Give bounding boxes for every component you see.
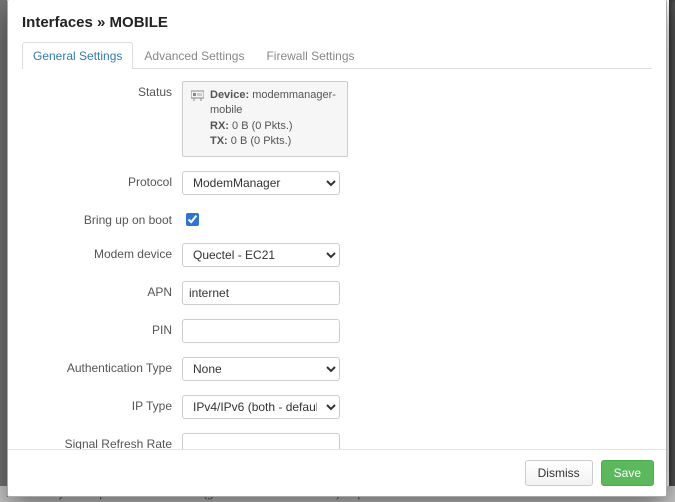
row-status: Status Device: modemmanager-mobile RX: 0… xyxy=(22,81,652,157)
select-auth[interactable]: None xyxy=(182,357,340,381)
network-icon xyxy=(191,90,204,101)
status-tx: 0 B (0 Pkts.) xyxy=(231,135,292,147)
status-box: Device: modemmanager-mobile RX: 0 B (0 P… xyxy=(182,81,348,157)
save-button[interactable]: Save xyxy=(601,460,654,486)
label-pin: PIN xyxy=(22,319,182,337)
tab-advanced-settings[interactable]: Advanced Settings xyxy=(133,42,255,69)
row-protocol: Protocol ModemManager xyxy=(22,171,652,195)
label-refresh: Signal Refresh Rate xyxy=(22,433,182,449)
form: Status Device: modemmanager-mobile RX: 0… xyxy=(22,81,652,449)
row-pin: PIN xyxy=(22,319,652,343)
label-bringup: Bring up on boot xyxy=(22,209,182,227)
label-apn: APN xyxy=(22,281,182,299)
select-iptype[interactable]: IPv4/IPv6 (both - defaults to IPv4) xyxy=(182,395,340,419)
modal-body: Interfaces » MOBILE General Settings Adv… xyxy=(8,0,666,449)
control-status: Device: modemmanager-mobile RX: 0 B (0 P… xyxy=(182,81,342,157)
row-modem: Modem device Quectel - EC21 xyxy=(22,243,652,267)
label-auth: Authentication Type xyxy=(22,357,182,375)
modal-footer: Dismiss Save xyxy=(8,449,666,496)
input-refresh[interactable] xyxy=(182,433,340,449)
input-apn[interactable] xyxy=(182,281,340,305)
label-iptype: IP Type xyxy=(22,395,182,413)
modal-dialog: Interfaces » MOBILE General Settings Adv… xyxy=(7,0,667,497)
label-status: Status xyxy=(22,81,182,99)
tab-bar: General Settings Advanced Settings Firew… xyxy=(22,41,652,69)
tab-general-settings[interactable]: General Settings xyxy=(22,42,133,69)
row-apn: APN xyxy=(22,281,652,305)
status-rx-label: RX: xyxy=(210,120,229,132)
label-protocol: Protocol xyxy=(22,171,182,189)
status-tx-label: TX: xyxy=(210,135,228,147)
page-title: Interfaces » MOBILE xyxy=(22,14,652,31)
checkbox-bringup[interactable] xyxy=(186,213,199,226)
tab-firewall-settings[interactable]: Firewall Settings xyxy=(255,42,365,69)
row-iptype: IP Type IPv4/IPv6 (both - defaults to IP… xyxy=(22,395,652,419)
status-device-label: Device: xyxy=(210,89,249,101)
status-rx: 0 B (0 Pkts.) xyxy=(232,120,293,132)
label-modem: Modem device xyxy=(22,243,182,261)
row-bringup: Bring up on boot xyxy=(22,209,652,229)
select-modem[interactable]: Quectel - EC21 xyxy=(182,243,340,267)
shadow-right xyxy=(669,0,675,502)
row-refresh: Signal Refresh Rate In seconds xyxy=(22,433,652,449)
select-protocol[interactable]: ModemManager xyxy=(182,171,340,195)
input-pin[interactable] xyxy=(182,319,340,343)
row-auth: Authentication Type None xyxy=(22,357,652,381)
status-text: Device: modemmanager-mobile RX: 0 B (0 P… xyxy=(210,88,339,150)
shadow-left xyxy=(0,0,7,502)
dismiss-button[interactable]: Dismiss xyxy=(525,460,593,486)
